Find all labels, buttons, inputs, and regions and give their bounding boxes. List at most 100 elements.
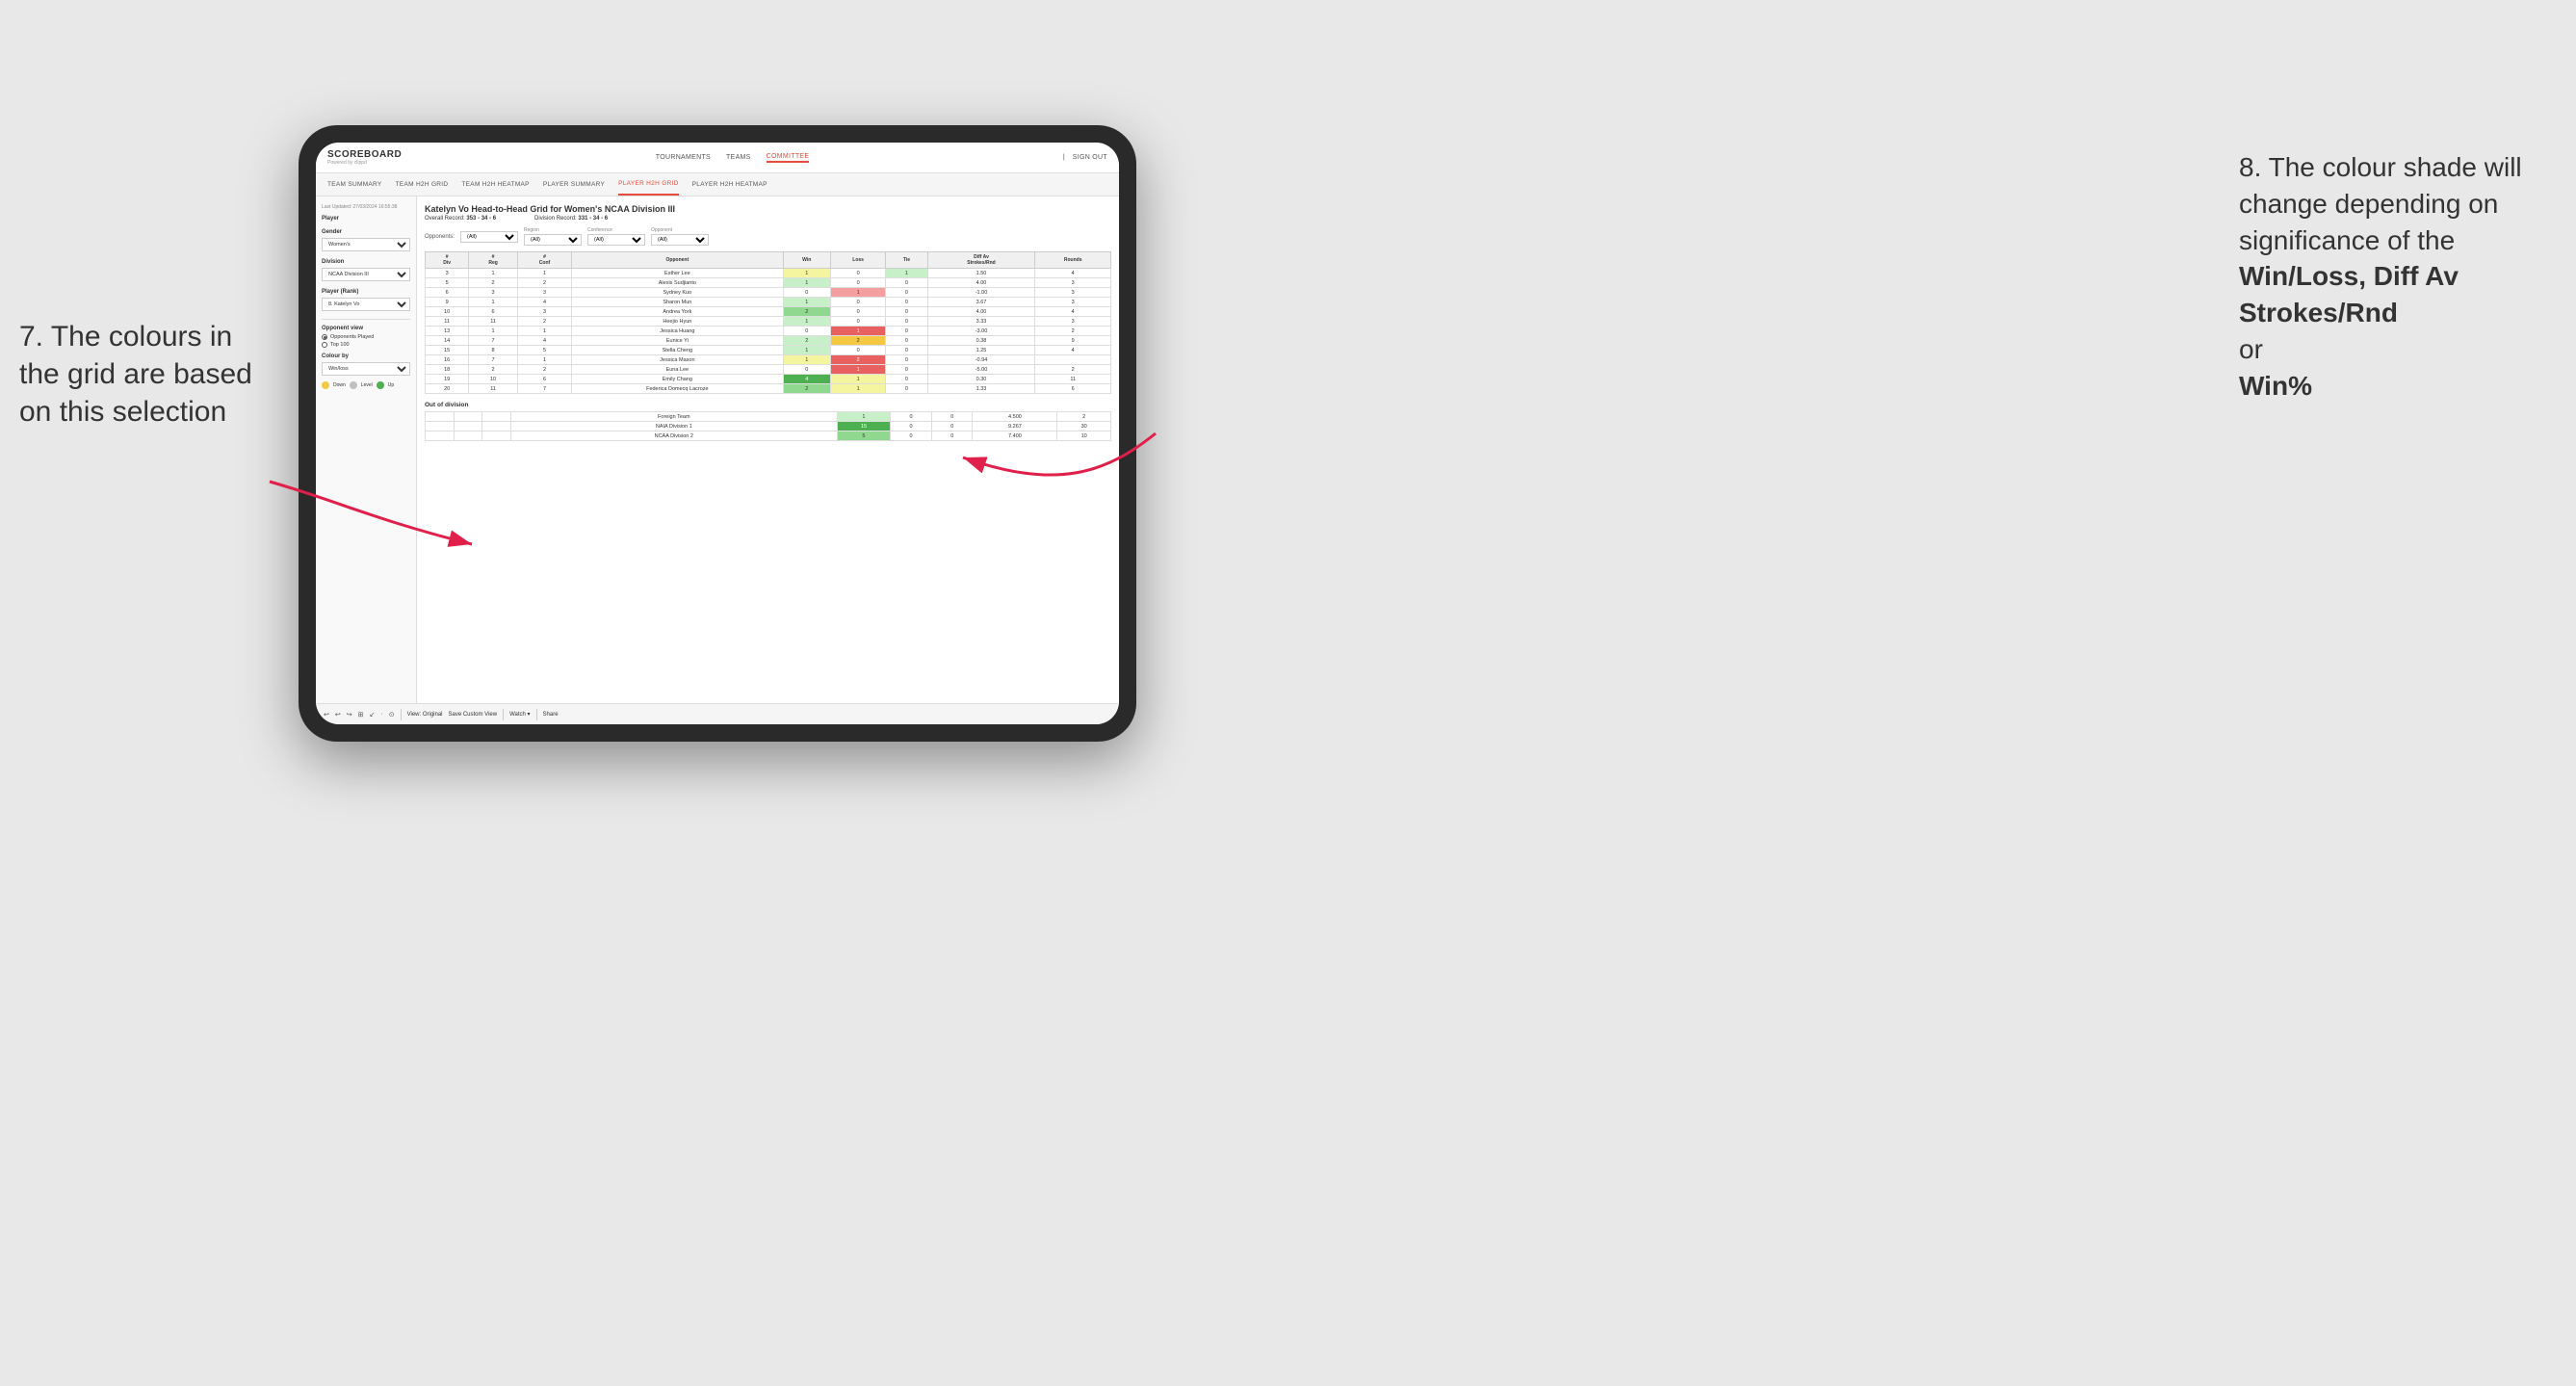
main-table-body: 311Esther Lee1011.504522Alexis Sudjianto… xyxy=(426,269,1111,394)
toolbar-watch[interactable]: Watch ▾ xyxy=(509,711,530,718)
table-row: 1585Stella Cheng1001.254 xyxy=(426,346,1111,355)
toolbar-dots[interactable]: · xyxy=(380,711,382,718)
sidebar: Last Updated: 27/03/2024 16:55:38 Player… xyxy=(316,196,417,703)
table-row: 311Esther Lee1011.504 xyxy=(426,269,1111,278)
nav-committee[interactable]: COMMITTEE xyxy=(767,153,810,163)
toolbar-arrow[interactable]: ↙ xyxy=(370,711,376,719)
sidebar-gender-select[interactable]: Women's xyxy=(322,238,410,251)
toolbar-redo1[interactable]: ↩ xyxy=(335,711,341,719)
sidebar-division-section: Division NCAA Division III xyxy=(322,259,410,281)
filter-row: Opponents: (All) Region (All) Conference… xyxy=(425,227,1111,246)
filter-opponent-label: Opponent xyxy=(651,227,709,233)
legend-down-dot xyxy=(322,381,329,389)
toolbar-sep-3 xyxy=(536,709,537,720)
table-row: 1474Eunice Yi2200.389 xyxy=(426,336,1111,346)
radio-top100[interactable]: Top 100 xyxy=(322,342,410,348)
col-opponent: Opponent xyxy=(572,252,783,269)
radio-opponents-played-text: Opponents Played xyxy=(330,334,374,340)
filter-region-select[interactable]: (All) xyxy=(524,234,582,246)
legend-up-label: Up xyxy=(388,382,394,388)
annotation-right-text: 8. The colour shade will change dependin… xyxy=(2239,149,2547,405)
filter-conference-group: Conference (All) xyxy=(587,227,645,246)
col-div: #Div xyxy=(426,252,469,269)
legend-level-dot xyxy=(350,381,357,389)
main-content: Last Updated: 27/03/2024 16:55:38 Player… xyxy=(316,196,1119,703)
toolbar-save-custom[interactable]: Save Custom View xyxy=(449,712,498,718)
top-nav: SCOREBOARD Powered by clippd TOURNAMENTS… xyxy=(316,143,1119,173)
col-loss: Loss xyxy=(830,252,885,269)
sub-nav: TEAM SUMMARY TEAM H2H GRID TEAM H2H HEAT… xyxy=(316,173,1119,196)
tablet-screen: SCOREBOARD Powered by clippd TOURNAMENTS… xyxy=(316,143,1119,724)
table-row: 633Sydney Kuo010-1.003 xyxy=(426,288,1111,298)
sidebar-player-rank-section: Player (Rank) 8. Katelyn Vo xyxy=(322,289,410,311)
legend-level-label: Level xyxy=(361,382,373,388)
grid-records: Overall Record: 353 - 34 - 6 Division Re… xyxy=(425,216,1111,222)
table-row: 19106Emily Chang4100.3011 xyxy=(426,375,1111,384)
toolbar-sep-2 xyxy=(503,709,504,720)
toolbar-share[interactable]: Share xyxy=(543,712,559,718)
col-win: Win xyxy=(783,252,830,269)
nav-logo: SCOREBOARD Powered by clippd xyxy=(327,149,402,166)
sidebar-player-rank-label: Player (Rank) xyxy=(322,289,410,295)
annotation-left-text: 7. The colours in the grid are based on … xyxy=(19,318,260,431)
toolbar-clock[interactable]: ⊙ xyxy=(389,711,395,719)
overall-record: Overall Record: 353 - 34 - 6 xyxy=(425,216,496,222)
col-rounds: Rounds xyxy=(1035,252,1111,269)
table-row: 1063Andrea York2004.004 xyxy=(426,307,1111,317)
table-row: 522Alexis Sudjianto1004.003 xyxy=(426,278,1111,288)
sub-nav-team-h2h-grid[interactable]: TEAM H2H GRID xyxy=(396,173,449,196)
data-area: Katelyn Vo Head-to-Head Grid for Women's… xyxy=(417,196,1119,703)
col-diff: Diff AvStrokes/Rnd xyxy=(927,252,1035,269)
nav-teams[interactable]: TEAMS xyxy=(726,154,751,161)
table-row: 1822Euna Lee010-5.002 xyxy=(426,365,1111,375)
sidebar-division-select[interactable]: NCAA Division III xyxy=(322,268,410,281)
table-row: 20117Federica Domecq Lacroze2101.336 xyxy=(426,384,1111,394)
sub-nav-player-h2h-grid[interactable]: PLAYER H2H GRID xyxy=(618,173,679,196)
table-row: 11112Heejio Hyun1003.333 xyxy=(426,317,1111,327)
sidebar-timestamp: Last Updated: 27/03/2024 16:55:38 xyxy=(322,204,410,210)
filter-opponents-label: Opponents: xyxy=(425,234,455,240)
division-record: Division Record: 331 - 34 - 6 xyxy=(534,216,608,222)
toolbar-undo[interactable]: ↩ xyxy=(324,711,329,719)
sidebar-player-section: Player xyxy=(322,216,410,222)
radio-top100-text: Top 100 xyxy=(330,342,350,348)
filter-conference-label: Conference xyxy=(587,227,645,233)
logo-text: SCOREBOARD xyxy=(327,149,402,160)
opponent-view-label: Opponent view xyxy=(322,326,410,331)
sub-nav-player-summary[interactable]: PLAYER SUMMARY xyxy=(543,173,605,196)
nav-sign-out[interactable]: Sign out xyxy=(1073,154,1107,161)
filter-opponent-select[interactable]: (All) xyxy=(651,234,709,246)
toolbar-sep-1 xyxy=(401,709,402,720)
radio-opponents-played-dot[interactable] xyxy=(322,334,327,340)
legend: Down Level Up xyxy=(322,381,410,389)
sidebar-player-rank-select[interactable]: 8. Katelyn Vo xyxy=(322,298,410,311)
filter-opponents-select[interactable]: (All) xyxy=(460,231,518,243)
table-row: Foreign Team1004.5002 xyxy=(426,412,1111,422)
sub-nav-player-h2h-heatmap[interactable]: PLAYER H2H HEATMAP xyxy=(692,173,768,196)
powered-by-text: Powered by clippd xyxy=(327,160,402,166)
nav-tournaments[interactable]: TOURNAMENTS xyxy=(656,154,711,161)
nav-separator: | xyxy=(1063,154,1065,161)
sidebar-division-label: Division xyxy=(322,259,410,265)
sub-nav-team-h2h-heatmap[interactable]: TEAM H2H HEATMAP xyxy=(461,173,529,196)
legend-up-dot xyxy=(377,381,384,389)
colour-by-select[interactable]: Win/loss xyxy=(322,362,410,376)
toolbar-view-original[interactable]: View: Original xyxy=(407,712,443,718)
radio-top100-dot[interactable] xyxy=(322,342,327,348)
filter-region-label: Region xyxy=(524,227,582,233)
toolbar-redo2[interactable]: ↪ xyxy=(347,711,352,719)
sub-nav-team-summary[interactable]: TEAM SUMMARY xyxy=(327,173,382,196)
annotation-left: 7. The colours in the grid are based on … xyxy=(19,318,260,431)
table-row: 914Sharon Mun1003.673 xyxy=(426,298,1111,307)
radio-opponents-played[interactable]: Opponents Played xyxy=(322,334,410,340)
nav-links: TOURNAMENTS TEAMS COMMITTEE xyxy=(656,153,810,163)
table-row: 1671Jessica Mason120-0.94 xyxy=(426,355,1111,365)
table-row: 1311Jessica Huang010-3.002 xyxy=(426,327,1111,336)
toolbar-grid[interactable]: ⊞ xyxy=(358,711,364,719)
grid-title: Katelyn Vo Head-to-Head Grid for Women's… xyxy=(425,204,1111,214)
filter-opponent-group: Opponent (All) xyxy=(651,227,709,246)
out-of-division-header: Out of division xyxy=(425,402,1111,408)
legend-down-label: Down xyxy=(333,382,346,388)
sidebar-gender-label: Gender xyxy=(322,229,410,235)
filter-conference-select[interactable]: (All) xyxy=(587,234,645,246)
